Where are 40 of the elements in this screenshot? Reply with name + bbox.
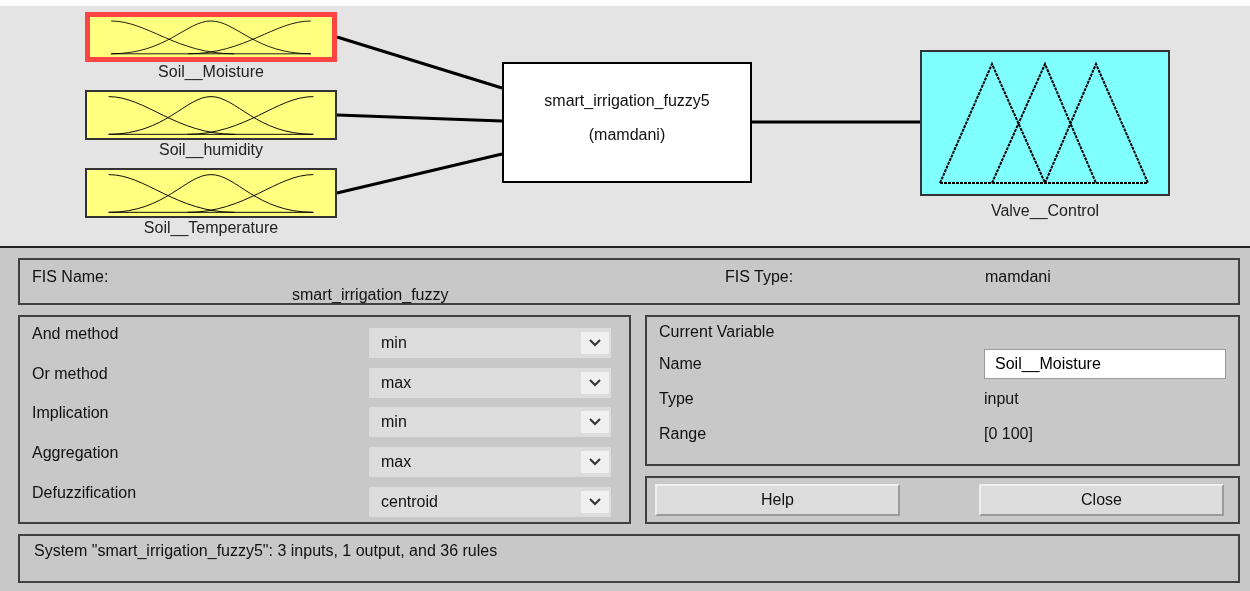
caret-icon xyxy=(581,490,609,513)
name-label: Name xyxy=(659,355,703,374)
input-variable-label: Soil__humidity xyxy=(157,140,265,160)
fis-type-label: FIS Type: xyxy=(725,268,794,286)
range-value: [0 100] xyxy=(984,425,1033,444)
method-dropdown[interactable]: min xyxy=(369,407,611,438)
method-label: Or method xyxy=(32,364,108,383)
close-button[interactable]: Close xyxy=(979,483,1224,516)
fis-type-value: mamdani xyxy=(985,268,1051,286)
method-label: Aggregation xyxy=(32,444,119,463)
method-dropdown[interactable]: max xyxy=(369,447,611,478)
status-text: System "smart_irrigation_fuzzy5": 3 inputs, 1 output, and 36 rules xyxy=(34,541,498,559)
type-value: input xyxy=(984,390,1019,409)
output-variable-block[interactable] xyxy=(920,50,1170,196)
fis-name-value: smart_irrigation_fuzzy xyxy=(292,286,449,304)
input-variable-block[interactable] xyxy=(85,12,337,62)
method-dropdown[interactable]: max xyxy=(369,367,611,398)
method-dropdown[interactable]: centroid xyxy=(369,486,611,517)
type-label: Type xyxy=(659,390,695,409)
method-dropdown[interactable]: min xyxy=(369,327,611,358)
input-variable-block[interactable] xyxy=(85,168,337,218)
fis-name-label: FIS Name: xyxy=(32,268,109,286)
caret-icon xyxy=(581,331,609,354)
caret-icon xyxy=(581,411,609,434)
fis-system-block[interactable]: smart_irrigation_fuzzy5 (mamdani) xyxy=(502,62,752,183)
system-name: smart_irrigation_fuzzy5 xyxy=(544,92,710,110)
input-variable-label: Soil__Temperature xyxy=(142,218,280,238)
input-variable-label: Soil__Moisture xyxy=(157,62,265,82)
output-variable-label: Valve__Control xyxy=(989,202,1101,220)
caret-icon xyxy=(581,371,609,394)
method-label: Defuzzification xyxy=(32,484,137,503)
input-variable-block[interactable] xyxy=(85,90,337,140)
caret-icon xyxy=(581,451,609,474)
help-button[interactable]: Help xyxy=(655,483,900,516)
method-label: Implication xyxy=(32,404,109,423)
system-type: (mamdani) xyxy=(588,126,666,144)
range-label: Range xyxy=(659,425,708,444)
name-field[interactable]: Soil__Moisture xyxy=(984,349,1226,380)
current-variable-heading: Current Variable xyxy=(659,322,776,341)
method-label: And method xyxy=(32,324,119,343)
